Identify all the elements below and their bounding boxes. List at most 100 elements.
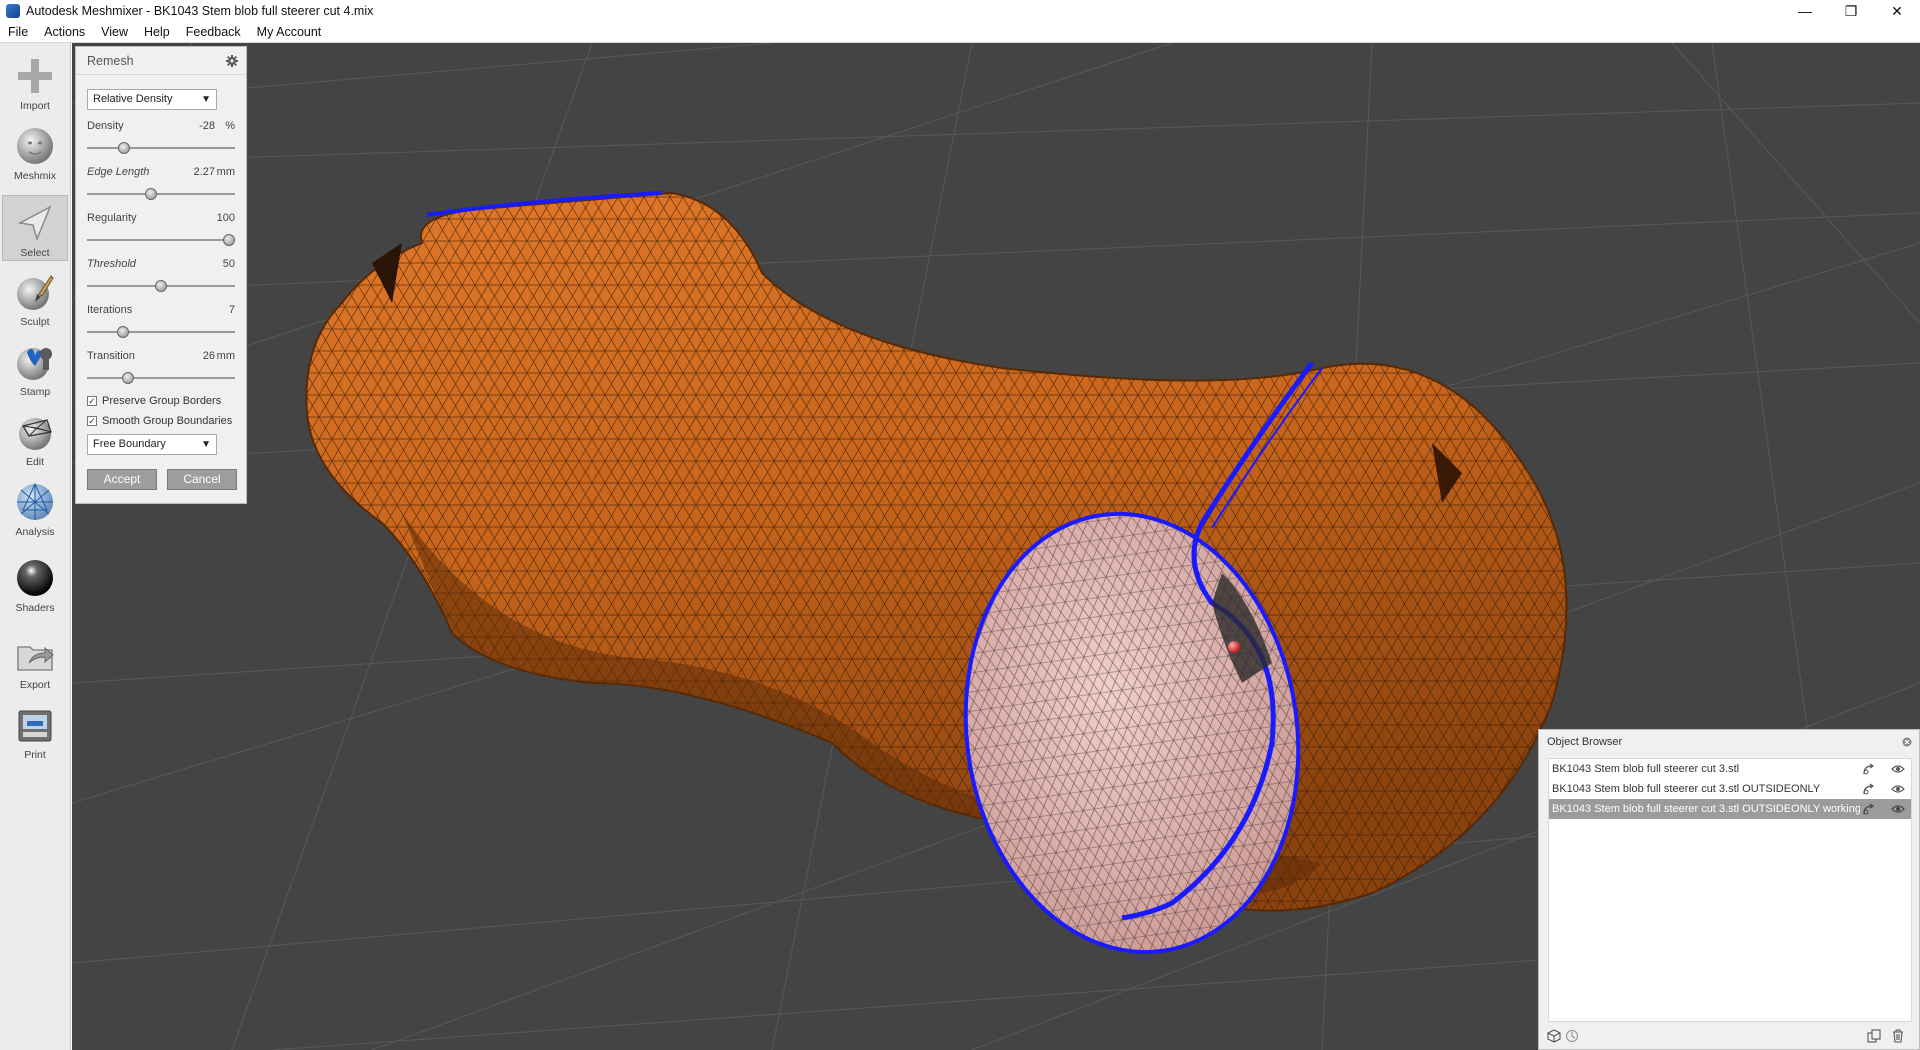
slider-handle[interactable] [122,372,135,384]
close-icon[interactable] [1902,737,1912,747]
list-item-selected[interactable]: BK1043 Stem blob full steerer cut 3.stl … [1549,799,1911,819]
slider-handle[interactable] [223,234,235,246]
cursor-arrow-icon [14,202,56,244]
tool-label: Shaders [15,602,55,614]
checkbox-label: Smooth Group Boundaries [102,415,233,427]
param-value[interactable]: 50 [223,258,235,270]
menu-help[interactable]: Help [136,22,178,43]
mesh-object[interactable] [305,191,1568,912]
density-slider[interactable] [87,142,235,154]
checkbox-checked-icon: ✓ [87,416,97,426]
param-label: Density [87,120,124,132]
sculpt-tool-button[interactable]: Sculpt [2,265,68,331]
list-item[interactable]: BK1043 Stem blob full steerer cut 3.stl … [1549,779,1911,799]
analysis-tool-button[interactable]: Analysis [2,475,68,541]
tool-label: Stamp [19,386,51,398]
remesh-panel: Remesh Relative Density ▼ Density -28 % … [75,46,247,504]
meshmix-tool-button[interactable]: Meshmix [2,119,68,185]
restore-button[interactable]: ❐ [1828,0,1874,22]
list-item[interactable]: BK1043 Stem blob full steerer cut 3.stl [1549,759,1911,779]
checkbox-label: Preserve Group Borders [102,395,222,407]
transform-icon[interactable] [1861,782,1875,796]
select-value: Relative Density [93,93,173,105]
menu-view[interactable]: View [93,22,136,43]
object-browser-header: Object Browser [1539,730,1919,754]
black-sphere-icon [14,557,56,599]
param-label: Edge Length [87,166,150,178]
edit-tool-button[interactable]: Edit [2,405,68,471]
slider-handle[interactable] [155,280,167,292]
import-tool-button[interactable]: Import [2,49,68,115]
title-bar: Autodesk Meshmixer - BK1043 Stem blob fu… [0,0,1920,22]
remesh-header: Remesh [76,47,246,75]
tool-label: Meshmix [13,170,56,182]
brush-sphere-icon [14,271,56,313]
object-name: BK1043 Stem blob full steerer cut 3.stl … [1552,803,1860,815]
object-browser-footer [1547,1027,1911,1045]
cube-icon[interactable] [1547,1029,1561,1043]
duplicate-icon[interactable] [1867,1029,1881,1043]
param-value[interactable]: 26 [203,350,215,362]
edge-length-slider[interactable] [87,188,235,200]
tool-label: Analysis [15,526,55,538]
chevron-down-icon: ▼ [201,439,211,450]
menu-my-account[interactable]: My Account [249,22,330,43]
tool-label: Print [24,749,46,761]
menu-actions[interactable]: Actions [36,22,93,43]
eye-icon[interactable] [1891,782,1905,796]
chevron-down-icon: ▼ [201,94,211,105]
minimize-button[interactable]: — [1782,0,1828,22]
param-value[interactable]: -28 [199,120,215,132]
menu-feedback[interactable]: Feedback [178,22,249,43]
edit-sphere-icon [14,411,56,453]
printer-icon [14,704,56,746]
param-label: Iterations [87,304,133,316]
gear-icon[interactable] [226,54,238,67]
slider-handle[interactable] [116,326,129,338]
print-tool-button[interactable]: Print [2,698,68,764]
object-list: BK1043 Stem blob full steerer cut 3.stl … [1548,758,1912,1022]
tool-label: Sculpt [20,316,50,328]
slider-handle[interactable] [144,188,157,200]
slider-handle[interactable] [118,142,130,154]
export-folder-icon [14,634,56,676]
param-value[interactable]: 100 [217,212,235,224]
preserve-group-borders-checkbox[interactable]: ✓ Preserve Group Borders [87,395,221,407]
plus-icon [14,55,56,97]
regularity-slider[interactable] [87,234,235,246]
param-label: Transition [87,350,135,362]
shaders-tool-button[interactable]: Shaders [2,551,68,617]
eye-icon[interactable] [1891,802,1905,816]
param-label: Regularity [87,212,137,224]
trash-icon[interactable] [1891,1029,1905,1043]
panel-title: Remesh [87,53,134,68]
eye-icon[interactable] [1891,762,1905,776]
menu-file[interactable]: File [0,22,36,43]
tool-label: Select [20,247,50,259]
select-tool-button[interactable]: Select [2,195,68,261]
param-value[interactable]: 7 [229,304,235,316]
iterations-slider[interactable] [87,326,235,338]
object-name: BK1043 Stem blob full steerer cut 3.stl [1552,763,1740,775]
density-mode-select[interactable]: Relative Density ▼ [87,89,217,110]
smooth-group-boundaries-checkbox[interactable]: ✓ Smooth Group Boundaries [87,415,232,427]
export-tool-button[interactable]: Export [2,628,68,694]
param-value[interactable]: 2.27 [194,166,215,178]
transform-icon[interactable] [1861,762,1875,776]
param-unit: mm [216,166,235,178]
close-button[interactable]: ✕ [1874,0,1920,22]
history-icon[interactable] [1565,1029,1579,1043]
tool-label: Export [19,679,51,691]
threshold-slider[interactable] [87,280,235,292]
window-controls: — ❐ ✕ [1782,0,1920,22]
boundary-mode-select[interactable]: Free Boundary ▼ [87,434,217,455]
cancel-button[interactable]: Cancel [167,469,237,490]
window-title: Autodesk Meshmixer - BK1043 Stem blob fu… [26,4,374,18]
param-unit: % [225,120,235,132]
accept-button[interactable]: Accept [87,469,157,490]
tool-label: Import [20,100,50,112]
stamp-tool-button[interactable]: Stamp [2,335,68,401]
handle-point[interactable] [1228,641,1240,653]
transform-icon[interactable] [1861,802,1875,816]
transition-slider[interactable] [87,372,235,384]
